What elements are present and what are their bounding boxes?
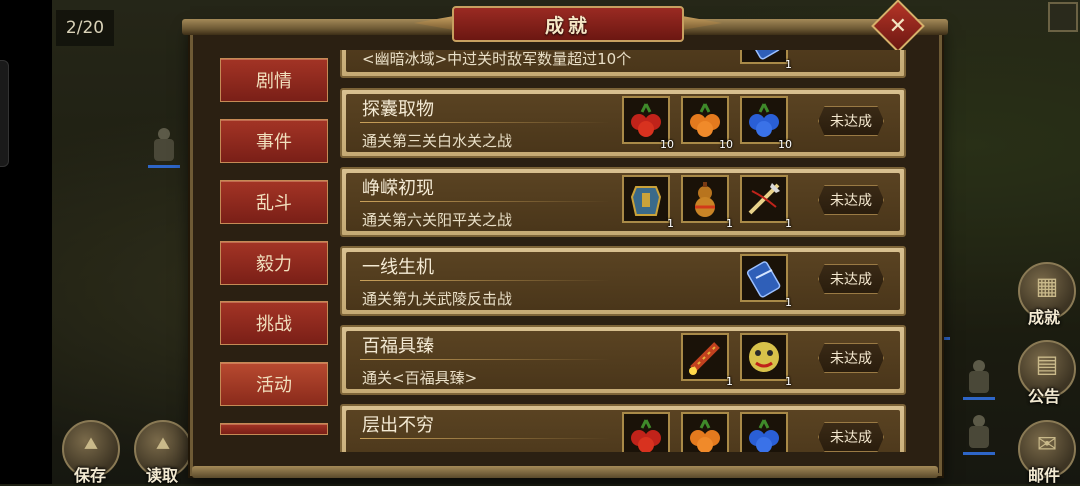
mail-icon: ✉: [1036, 429, 1058, 458]
orange-fruit-icon: [690, 419, 720, 452]
blue-fruit-icon: [749, 419, 779, 452]
mail-label: 邮件: [1028, 466, 1061, 485]
row-divider: [360, 122, 610, 123]
soldier-unit: [963, 360, 995, 400]
lion-mask-icon: [749, 342, 779, 372]
tab-label: 活动: [256, 375, 292, 396]
tab-brawl[interactable]: 乱斗: [220, 180, 328, 224]
weapon-icon: [748, 183, 780, 215]
red-fruit-icon: [631, 103, 661, 137]
close-icon: ✕: [888, 13, 908, 39]
tab-story[interactable]: 剧情: [220, 58, 328, 102]
save-label: 保存: [74, 466, 107, 485]
red-fruit-icon: [631, 419, 661, 452]
achievement-title: 探囊取物: [362, 99, 434, 120]
soldier-unit: [963, 415, 995, 455]
status-button[interactable]: 未达成: [818, 185, 884, 215]
achievement-row: 一线生机 通关第九关武陵反击战 1 未达成: [340, 246, 906, 316]
blue-fruit-icon: [749, 103, 779, 137]
achievement-desc: 通关第九关武陵反击战: [362, 290, 513, 308]
row-divider: [360, 438, 610, 439]
reward-item[interactable]: 10: [681, 96, 733, 151]
reward-qty: 1: [726, 375, 733, 388]
reward-item[interactable]: 1: [622, 175, 674, 230]
reward-item[interactable]: 1: [740, 175, 792, 230]
load-label: 读取: [146, 466, 179, 485]
save-icon: ⯅: [81, 429, 101, 458]
achievement-title: 峥嵘初现: [362, 178, 434, 199]
achievement-icon: ▦: [1035, 271, 1059, 300]
reward-item[interactable]: 1: [681, 333, 733, 388]
achievement-list[interactable]: <幽暗冰域>中过关时敌军数量超过10个 1 探囊取物 通关第三关白水关之战 10…: [336, 50, 910, 452]
reward-qty: 10: [660, 138, 674, 151]
achievement-row: 探囊取物 通关第三关白水关之战 10 10 10 未达成: [340, 88, 906, 158]
armor-icon: [630, 186, 662, 216]
achievement-desc: <幽暗冰域>中过关时敌军数量超过10个: [362, 50, 632, 68]
orange-fruit-icon: [690, 103, 720, 137]
reward-qty: 1: [785, 58, 792, 71]
status-button[interactable]: 未达成: [818, 422, 884, 452]
reward-item[interactable]: 1: [740, 333, 792, 388]
minimap-button[interactable]: [1048, 2, 1078, 32]
reward-qty: 10: [719, 138, 733, 151]
reward-item[interactable]: [740, 412, 788, 452]
achievement-title: 百福具臻: [362, 336, 434, 357]
reward-item[interactable]: [622, 412, 670, 452]
status-button[interactable]: 未达成: [818, 106, 884, 136]
achievement-label: 成就: [1028, 308, 1061, 327]
status-button[interactable]: 未达成: [818, 264, 884, 294]
tab-more[interactable]: [220, 423, 328, 435]
achievement-title: 层出不穷: [362, 415, 434, 436]
row-divider: [360, 359, 610, 360]
scroll-icon: [746, 261, 781, 298]
reward-qty: 1: [785, 217, 792, 230]
reward-qty: 10: [778, 138, 792, 151]
announcement-label: 公告: [1028, 387, 1061, 406]
reward-qty: 1: [785, 375, 792, 388]
device-notch: [0, 60, 9, 167]
row-divider: [360, 280, 610, 281]
tab-challenge[interactable]: 挑战: [220, 301, 328, 345]
achievement-title: 一线生机: [362, 257, 434, 278]
reward-item[interactable]: 10: [622, 96, 674, 151]
tab-event[interactable]: 事件: [220, 119, 328, 163]
tab-perseverance[interactable]: 毅力: [220, 241, 328, 285]
achievement-row: 百福具臻 通关<百福具臻> 1 1 未达成: [340, 325, 906, 395]
reward-qty: 1: [726, 217, 733, 230]
tab-activity[interactable]: 活动: [220, 362, 328, 406]
achievement-row: 层出不穷 未达成: [340, 404, 906, 452]
announcement-icon: ▤: [1035, 349, 1059, 378]
achievement-row: 峥嵘初现 通关第六关阳平关之战 1 1 1 未达成: [340, 167, 906, 237]
load-icon: ⯅: [153, 429, 173, 458]
achievement-desc: 通关第三关白水关之战: [362, 132, 513, 150]
reward-item[interactable]: 10: [740, 96, 792, 151]
reward-qty: 1: [667, 217, 674, 230]
gourd-icon: [695, 182, 715, 217]
reward-item[interactable]: [681, 412, 729, 452]
reward-qty: 1: [785, 296, 792, 309]
reward-item[interactable]: 1: [740, 50, 792, 71]
row-divider: [360, 201, 610, 202]
status-button[interactable]: 未达成: [818, 343, 884, 373]
dialog-title: 成就: [544, 14, 591, 37]
achievement-desc: 通关<百福具臻>: [362, 369, 478, 387]
scroll-icon: [746, 50, 781, 60]
tab-label: 挑战: [256, 314, 292, 335]
achievement-desc: 通关第六关阳平关之战: [362, 211, 513, 229]
dialog-title-plate: 成就: [452, 6, 684, 42]
dialog-bottom-frame: [192, 466, 938, 478]
tab-label: 剧情: [256, 71, 292, 92]
tab-label: 毅力: [256, 254, 292, 275]
tab-label: 事件: [256, 132, 292, 153]
reward-item[interactable]: 1: [740, 254, 792, 309]
achievement-row: <幽暗冰域>中过关时敌军数量超过10个 1: [340, 50, 906, 78]
firecracker-icon: [689, 342, 720, 375]
soldier-unit: [148, 128, 180, 168]
stage-counter: 2/20: [56, 10, 114, 46]
reward-item[interactable]: 1: [681, 175, 733, 230]
tab-label: 乱斗: [256, 193, 292, 214]
